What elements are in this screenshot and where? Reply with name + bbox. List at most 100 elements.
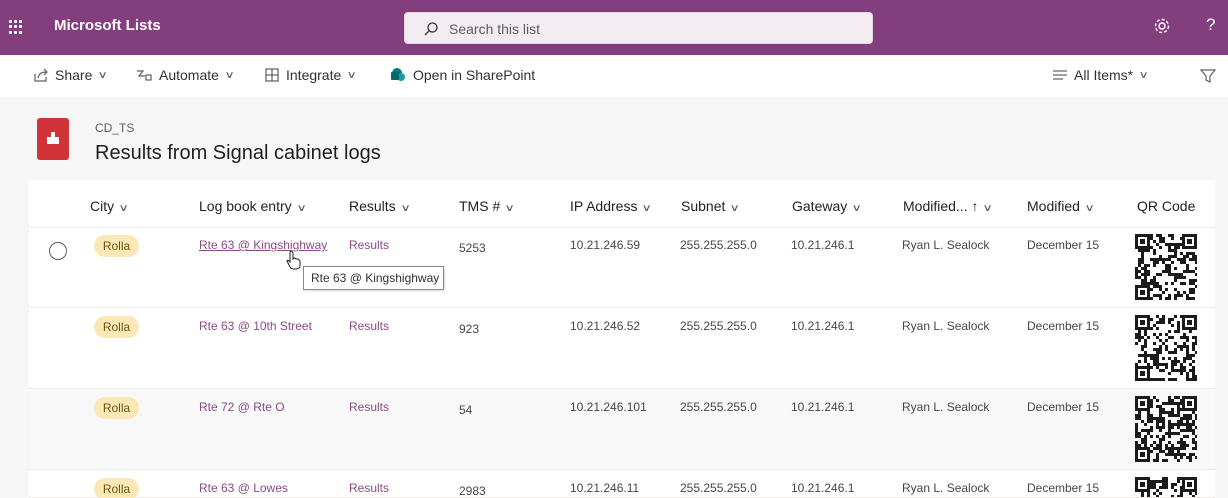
log-book-link[interactable]: Rte 63 @ 10th Street	[199, 319, 312, 333]
qr-code-icon	[1135, 234, 1197, 300]
table-row[interactable]: Rolla Rte 72 @ Rte O Results 54 10.21.24…	[29, 390, 1215, 470]
subnet-value: 255.255.255.0	[680, 238, 757, 252]
gateway-value: 10.21.246.1	[791, 238, 855, 252]
gateway-value: 10.21.246.1	[791, 481, 855, 495]
view-label: All Items*	[1074, 67, 1134, 83]
column-header-label: TMS #	[459, 198, 501, 214]
app-header: Microsoft Lists Search this list ?	[0, 0, 1228, 55]
column-header-label: Log book entry	[199, 198, 292, 214]
search-input[interactable]: Search this list	[404, 12, 873, 44]
integrate-button[interactable]: Integrate ∨	[264, 67, 358, 83]
list-glyph-icon	[47, 132, 59, 144]
modified-value: December 15	[1027, 238, 1100, 252]
ip-value: 10.21.246.101	[570, 400, 647, 414]
column-header-modified-by[interactable]: Modified... ↑ ∨	[903, 198, 994, 214]
modified-value: December 15	[1027, 319, 1100, 333]
automate-label: Automate	[159, 67, 219, 83]
chevron-down-icon: ∨	[346, 69, 358, 81]
sharepoint-icon	[391, 68, 405, 81]
column-header-log-book-entry[interactable]: Log book entry ∨	[199, 198, 307, 214]
view-icon	[1053, 70, 1067, 80]
city-pill: Rolla	[94, 235, 139, 257]
tms-value: 5253	[459, 241, 486, 255]
results-link[interactable]: Results	[349, 481, 389, 495]
results-link[interactable]: Results	[349, 400, 389, 414]
chevron-down-icon: ∨	[224, 69, 235, 81]
column-header-label: Modified	[1027, 198, 1080, 214]
results-link[interactable]: Results	[349, 238, 389, 252]
modified-by-value: Ryan L. Sealock	[902, 481, 990, 495]
command-bar: Share ∨ Automate ∨ Integrate ∨ Open in Shar…	[0, 55, 1228, 99]
column-header-modified[interactable]: Modified ∨	[1027, 198, 1095, 214]
modified-by-value: Ryan L. Sealock	[902, 238, 990, 252]
column-header-qr-code[interactable]: QR Code	[1137, 198, 1195, 214]
open-sharepoint-label: Open in SharePoint	[413, 67, 536, 83]
hand-cursor-icon	[286, 250, 301, 270]
column-header-results[interactable]: Results ∨	[349, 198, 410, 214]
search-icon	[424, 22, 438, 36]
chevron-down-icon: ∨	[983, 203, 994, 214]
chevron-down-icon: ∨	[296, 203, 307, 214]
log-book-link[interactable]: Rte 63 @ Kingshighway	[199, 238, 327, 252]
modified-by-value: Ryan L. Sealock	[902, 400, 990, 414]
table-row[interactable]: Rolla Rte 63 @ Kingshighway Results 5253…	[29, 228, 1215, 308]
tms-value: 54	[459, 403, 473, 417]
row-select-radio[interactable]	[49, 242, 67, 260]
column-header-label: Modified... ↑	[903, 198, 979, 214]
tms-value: 923	[459, 322, 480, 336]
chevron-down-icon: ∨	[1084, 203, 1095, 214]
gateway-value: 10.21.246.1	[791, 400, 855, 414]
chevron-down-icon: ∨	[729, 203, 741, 214]
integrate-icon	[265, 68, 279, 82]
chevron-down-icon: ∨	[97, 69, 109, 81]
chevron-down-icon: ∨	[641, 203, 653, 214]
automate-button[interactable]: Automate ∨	[135, 67, 235, 83]
table-row[interactable]: Rolla Rte 63 @ 10th Street Results 923 1…	[29, 309, 1215, 389]
column-header-gateway[interactable]: Gateway ∨	[792, 198, 863, 214]
chevron-down-icon: ∨	[118, 203, 129, 214]
subnet-value: 255.255.255.0	[680, 481, 757, 495]
column-header-label: IP Address	[570, 198, 638, 214]
column-header-city[interactable]: City ∨	[90, 198, 129, 214]
waffle-icon[interactable]	[9, 20, 23, 34]
open-sharepoint-button[interactable]: Open in SharePoint	[389, 67, 535, 83]
ip-value: 10.21.246.52	[570, 319, 641, 333]
chevron-down-icon: ∨	[851, 203, 863, 214]
subnet-value: 255.255.255.0	[680, 319, 757, 333]
automate-icon	[137, 70, 152, 81]
view-selector[interactable]: All Items* ∨	[1052, 67, 1149, 83]
app-title[interactable]: Microsoft Lists	[54, 17, 161, 34]
city-pill: Rolla	[94, 316, 139, 338]
share-icon	[34, 68, 48, 82]
integrate-label: Integrate	[286, 67, 342, 83]
log-book-link[interactable]: Rte 72 @ Rte O	[199, 400, 285, 414]
help-button[interactable]: ?	[1206, 15, 1215, 35]
gateway-value: 10.21.246.1	[791, 319, 855, 333]
column-header-subnet[interactable]: Subnet ∨	[681, 198, 741, 214]
table-row[interactable]: Rolla Rte 63 @ Lowes Results 2983 10.21.…	[29, 471, 1215, 498]
subnet-value: 255.255.255.0	[680, 400, 757, 414]
tms-value: 2983	[459, 484, 486, 498]
column-header-label: Gateway	[792, 198, 848, 214]
column-header-tms[interactable]: TMS # ∨	[459, 198, 515, 214]
ip-value: 10.21.246.59	[570, 238, 641, 252]
qr-code-icon	[1135, 396, 1197, 462]
link-tooltip: Rte 63 @ Kingshighway	[303, 266, 444, 290]
column-header-label: Results	[349, 198, 396, 214]
results-link[interactable]: Results	[349, 319, 389, 333]
column-header-label: Subnet	[681, 198, 726, 214]
modified-value: December 15	[1027, 400, 1100, 414]
city-pill: Rolla	[94, 478, 139, 498]
log-book-link[interactable]: Rte 63 @ Lowes	[199, 481, 288, 495]
city-pill: Rolla	[94, 397, 139, 419]
gear-icon[interactable]	[1153, 17, 1171, 35]
list-title: Results from Signal cabinet logs	[95, 142, 381, 164]
filter-icon[interactable]	[1200, 68, 1216, 84]
ip-value: 10.21.246.11	[570, 481, 640, 495]
column-header-ip-address[interactable]: IP Address ∨	[570, 198, 653, 214]
share-button[interactable]: Share ∨	[33, 67, 109, 83]
column-header-label: City	[90, 198, 115, 214]
qr-code-icon	[1135, 315, 1197, 381]
modified-value: December 15	[1027, 481, 1100, 495]
qr-code-icon	[1135, 477, 1197, 497]
